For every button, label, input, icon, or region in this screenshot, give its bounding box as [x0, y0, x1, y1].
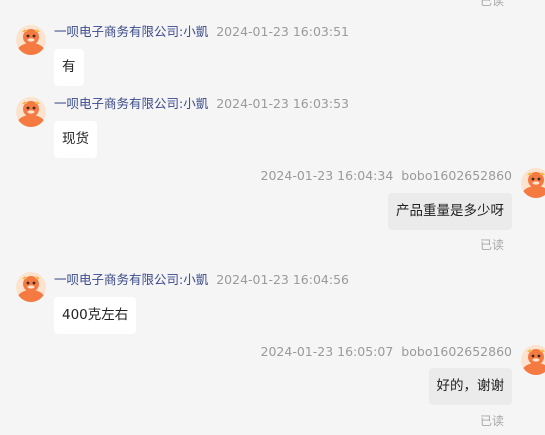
timestamp: 2024-01-23 16:03:53	[216, 96, 349, 111]
timestamp: 2024-01-23 16:05:07	[260, 344, 394, 359]
sender-name[interactable]: bobo1602652860	[401, 344, 512, 359]
message-meta: 2024-01-23 16:04:34 bobo1602652860	[261, 168, 512, 184]
sender-name[interactable]: bobo1602652860	[401, 168, 512, 183]
message-meta: 一呗电子商务有限公司:小凱 2024-01-23 16:04:56	[54, 272, 349, 288]
read-status: 已读	[479, 0, 504, 8]
shop-mascot-avatar[interactable]	[16, 272, 46, 302]
user-avatar[interactable]	[521, 168, 545, 198]
message-meta: 一呗电子商务有限公司:小凱 2024-01-23 16:03:51	[54, 24, 349, 40]
shop-mascot-avatar[interactable]	[16, 97, 46, 127]
read-status: 已读	[479, 238, 504, 252]
read-status: 已读	[479, 414, 504, 428]
sender-name[interactable]: 一呗电子商务有限公司:小凱	[54, 24, 208, 39]
message-bubble[interactable]: 产品重量是多少呀	[388, 193, 512, 230]
timestamp: 2024-01-23 16:03:51	[216, 24, 349, 39]
sender-name[interactable]: 一呗电子商务有限公司:小凱	[54, 272, 208, 287]
shop-mascot-avatar[interactable]	[16, 25, 46, 55]
timestamp: 2024-01-23 16:04:34	[260, 168, 394, 183]
timestamp: 2024-01-23 16:04:56	[216, 272, 349, 287]
sender-name[interactable]: 一呗电子商务有限公司:小凱	[54, 96, 208, 111]
message-bubble[interactable]: 有	[54, 49, 84, 86]
message-bubble[interactable]: 400克左右	[54, 297, 137, 334]
message-meta: 2024-01-23 16:05:07 bobo1602652860	[261, 344, 512, 360]
message-bubble[interactable]: 好的，谢谢	[428, 368, 512, 405]
message-meta: 一呗电子商务有限公司:小凱 2024-01-23 16:03:53	[54, 96, 349, 112]
chat-window: 已读 一呗电子商务有限公司:小凱 2024-01-23 16:03:51 有 一呗…	[0, 0, 545, 435]
user-avatar[interactable]	[521, 345, 545, 375]
message-bubble[interactable]: 现货	[54, 121, 97, 158]
